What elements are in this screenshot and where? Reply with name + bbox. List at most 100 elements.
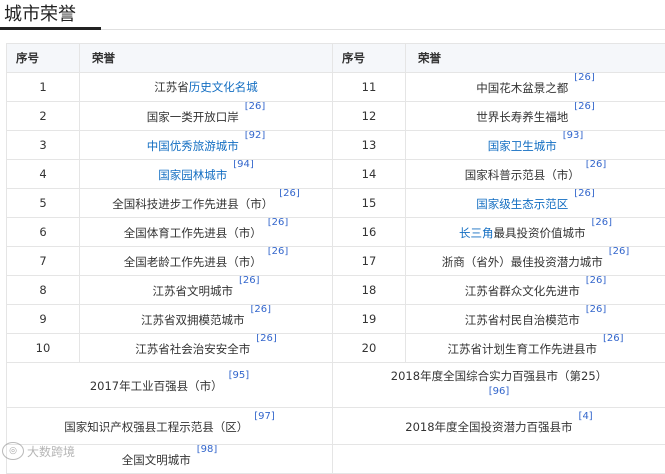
reference-link[interactable]: [26] xyxy=(239,276,260,286)
honor-link[interactable]: 国家园林城市 xyxy=(158,167,227,181)
reference-link[interactable]: [26] xyxy=(609,247,630,257)
reference-link[interactable]: [26] xyxy=(268,218,289,228)
city-honors-table: 序号 荣誉 序号 荣誉 1 江苏省历史文化名城 11 中国花木盆景之都[26] … xyxy=(6,43,665,474)
honor-text: 国家科普示范县（市） xyxy=(465,167,580,181)
honor-text: 2018年度全国综合实力百强县市（第25） xyxy=(391,369,607,383)
reference-link[interactable]: [95] xyxy=(229,370,250,381)
row-index: 14 xyxy=(333,160,406,189)
honor-cell: 江苏省群众文化先进市 [26] xyxy=(406,276,665,305)
honor-text: 江苏省计划生育工作先进县市 xyxy=(447,341,597,355)
reference-link[interactable]: [26] xyxy=(586,160,607,170)
row-index: 19 xyxy=(333,305,406,334)
honor-text: 国家一类开放口岸 xyxy=(147,109,239,123)
header-honor-left: 荣誉 xyxy=(80,44,333,73)
table-row: 1 江苏省历史文化名城 11 中国花木盆景之都 [26] xyxy=(7,73,665,102)
row-index: 6 xyxy=(7,218,80,247)
table-row: 2 国家一类开放口岸[26] 12 世界长寿养生福地[26] xyxy=(7,102,665,131)
honor-cell: 中国优秀旅游城市 [92] xyxy=(80,131,333,160)
table-row: 10 江苏省社会治安安全市[26] 20 江苏省计划生育工作先进县市[26] xyxy=(7,334,665,363)
row-index: 2 xyxy=(7,102,80,131)
row-index: 16 xyxy=(333,218,406,247)
header-honor-right: 荣誉 xyxy=(406,44,665,73)
reference-link[interactable]: [26] xyxy=(603,334,624,344)
reference-link[interactable]: [4] xyxy=(579,411,593,422)
watermark: ◎ 大数跨境 xyxy=(2,442,75,460)
row-index: 17 xyxy=(333,247,406,276)
honor-cell: 国家一类开放口岸 [26] xyxy=(80,102,333,131)
row-index: 1 xyxy=(7,73,80,102)
honor-text: 全国文明城市 xyxy=(122,452,191,466)
honor-link[interactable]: 国家卫生城市 xyxy=(488,138,557,152)
honor-cell: 江苏省历史文化名城 xyxy=(80,73,333,102)
reference-link[interactable]: [26] xyxy=(256,334,277,344)
honor-text: 世界长寿养生福地 xyxy=(476,109,568,123)
honor-cell: 国家级生态示范区 [26] xyxy=(406,189,665,218)
table-row: 5 全国科技进步工作先进县（市） [26] 15 国家级生态示范区 [26] xyxy=(7,189,665,218)
honor-link[interactable]: 国家级生态示范区 xyxy=(476,196,568,210)
table-row: 国家知识产权强县工程示范县（区）[97] 2018年度全国投资潜力百强县市 [4] xyxy=(7,408,665,445)
honor-link[interactable]: 历史文化名城 xyxy=(189,80,258,94)
reference-link[interactable]: [98] xyxy=(197,445,218,455)
honor-cell: 2018年度全国综合实力百强县市（第25） [96] xyxy=(333,363,665,408)
honor-text: 中国花木盆景之都 xyxy=(476,80,568,94)
honor-cell: 江苏省村民自治模范市[26] xyxy=(406,305,665,334)
honor-text: 江苏省 xyxy=(154,80,189,94)
row-index: 15 xyxy=(333,189,406,218)
table-row: 4 国家园林城市 [94] 14 国家科普示范县（市） [26] xyxy=(7,160,665,189)
reference-link[interactable]: [92] xyxy=(245,131,266,141)
table-row: 2017年工业百强县（市）[95] 2018年度全国综合实力百强县市（第25）[… xyxy=(7,363,665,408)
honor-text: 浙商（省外）最佳投资潜力城市 xyxy=(442,254,603,268)
honor-cell: 全国老龄工作先进县（市） [26] xyxy=(80,247,333,276)
table-header-row: 序号 荣誉 序号 荣誉 xyxy=(7,44,665,73)
reference-link[interactable]: [26] xyxy=(250,305,271,315)
honor-text: 全国科技进步工作先进县（市） xyxy=(112,196,273,210)
reference-link[interactable]: [26] xyxy=(586,305,607,315)
watermark-text: 大数跨境 xyxy=(27,443,75,460)
header-index-right: 序号 xyxy=(333,44,406,73)
reference-link[interactable]: [93] xyxy=(563,131,584,141)
honor-cell: 全国体育工作先进县（市）[26] xyxy=(80,218,333,247)
row-index: 3 xyxy=(7,131,80,160)
reference-link[interactable]: [26] xyxy=(574,189,595,199)
row-index: 7 xyxy=(7,247,80,276)
table-row: 8 江苏省文明城市[26] 18 江苏省群众文化先进市[26] xyxy=(7,276,665,305)
reference-link[interactable]: [94] xyxy=(233,160,254,170)
section-heading: 城市荣誉 xyxy=(4,3,76,27)
reference-link[interactable]: [26] xyxy=(268,247,289,257)
honor-text: 2018年度全国投资潜力百强县市 xyxy=(405,419,572,433)
honor-cell: 江苏省社会治安安全市 [26] xyxy=(80,334,333,363)
row-index: 8 xyxy=(7,276,80,305)
reference-link[interactable]: [26] xyxy=(586,276,607,286)
reference-link[interactable]: [97] xyxy=(254,411,275,422)
table-row: 7 全国老龄工作先进县（市） [26] 17 浙商（省外）最佳投资潜力城市 [26] xyxy=(7,247,665,276)
honor-cell: 国家园林城市 [94] xyxy=(80,160,333,189)
row-index: 11 xyxy=(333,73,406,102)
honor-cell: 江苏省双拥模范城市 [26] xyxy=(80,305,333,334)
reference-link[interactable]: [26] xyxy=(591,218,612,228)
reference-link[interactable]: [26] xyxy=(574,102,595,112)
row-index: 4 xyxy=(7,160,80,189)
reference-link[interactable]: [96] xyxy=(489,386,510,397)
honor-text: 江苏省群众文化先进市 xyxy=(465,283,580,297)
honor-text: 全国老龄工作先进县（市） xyxy=(124,254,262,268)
table-row: 9 江苏省双拥模范城市[26] 19 江苏省村民自治模范市[26] xyxy=(7,305,665,334)
header-index-left: 序号 xyxy=(7,44,80,73)
honor-cell: 国家知识产权强县工程示范县（区）[97] xyxy=(7,408,333,445)
honor-text: 江苏省双拥模范城市 xyxy=(141,312,245,326)
reference-link[interactable]: [26] xyxy=(574,73,595,83)
honor-cell: 国家科普示范县（市） [26] xyxy=(406,160,665,189)
honor-cell: 2018年度全国投资潜力百强县市 [4] xyxy=(333,408,665,445)
honor-link[interactable]: 长三角 xyxy=(459,225,494,239)
honor-link[interactable]: 中国优秀旅游城市 xyxy=(147,138,239,152)
row-index: 13 xyxy=(333,131,406,160)
honor-cell-empty xyxy=(333,445,665,474)
row-index: 10 xyxy=(7,334,80,363)
reference-link[interactable]: [26] xyxy=(245,102,266,112)
honor-text: 最具投资价值城市 xyxy=(493,225,585,239)
table-row: 3 中国优秀旅游城市 [92] 13 国家卫生城市 [93] xyxy=(7,131,665,160)
honor-cell: 江苏省计划生育工作先进县市 [26] xyxy=(406,334,665,363)
reference-link[interactable]: [26] xyxy=(279,189,300,199)
row-index: 5 xyxy=(7,189,80,218)
honor-text: 江苏省社会治安安全市 xyxy=(135,341,250,355)
heading-divider xyxy=(101,29,665,30)
